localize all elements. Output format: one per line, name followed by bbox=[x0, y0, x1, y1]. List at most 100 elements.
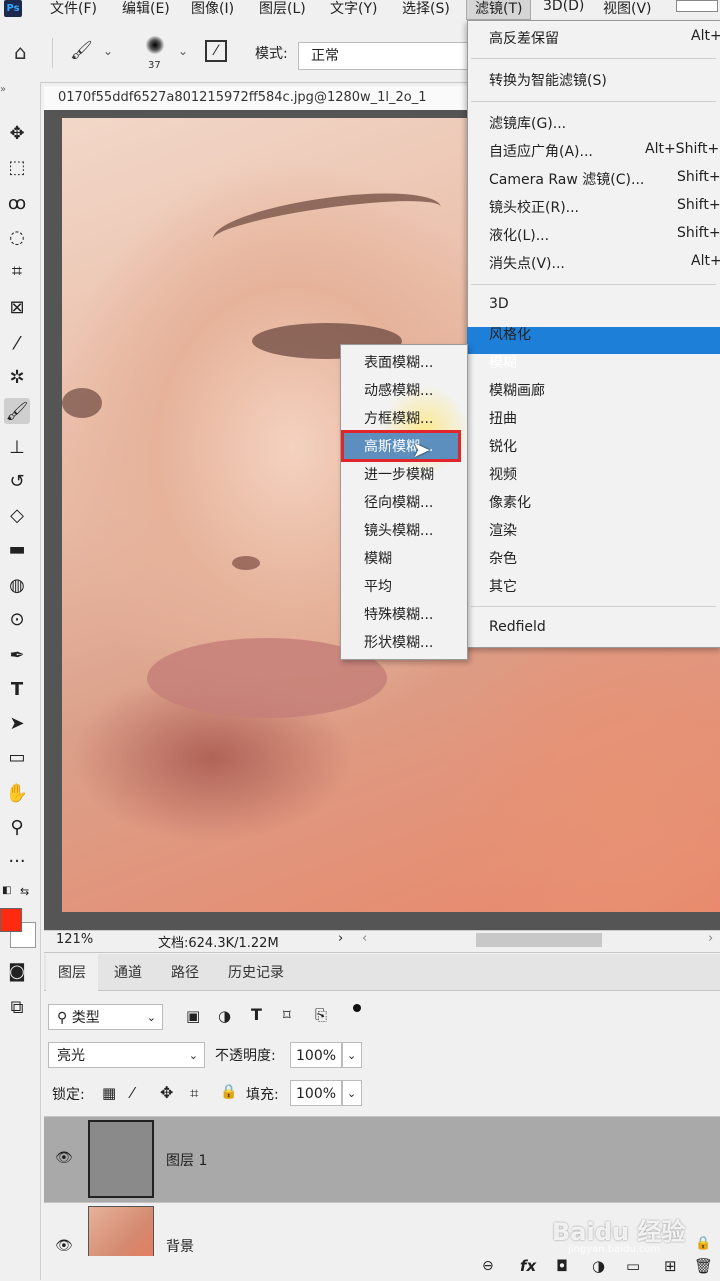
menu-item-convert-smart-filter[interactable]: 转换为智能滤镜(S) bbox=[489, 70, 607, 90]
menu-layer[interactable]: 图层(L) bbox=[259, 0, 306, 18]
toolbar-collapse-icon[interactable]: » bbox=[0, 84, 6, 95]
brush-settings-icon[interactable]: ⁄ bbox=[205, 40, 227, 62]
document-tab[interactable]: 0170f55ddf6527a801215972ff584c.jpg@1280w… bbox=[44, 86, 478, 110]
menu-type[interactable]: 文字(Y) bbox=[330, 0, 377, 18]
history-brush-tool-icon[interactable]: ↺ bbox=[4, 468, 30, 494]
menu-item-motion-blur[interactable]: 动感模糊... bbox=[364, 380, 433, 400]
lock-artboard-icon[interactable]: ⌗ bbox=[190, 1084, 198, 1102]
tab-paths[interactable]: 路径 bbox=[171, 962, 199, 982]
menu-view[interactable]: 视图(V) bbox=[603, 0, 652, 18]
brush-preview-icon[interactable] bbox=[146, 36, 164, 54]
menu-image[interactable]: 图像(I) bbox=[191, 0, 234, 18]
menu-item-blur-gallery[interactable]: 模糊画廊 bbox=[489, 380, 545, 400]
quick-mask-icon[interactable]: ◙ bbox=[4, 958, 30, 984]
adjustment-filter-icon[interactable]: ◑ bbox=[218, 1007, 231, 1025]
layer-name[interactable]: 图层 1 bbox=[166, 1150, 207, 1170]
menu-item-noise[interactable]: 杂色 bbox=[489, 548, 517, 568]
lock-transparent-icon[interactable]: ▦ bbox=[102, 1084, 116, 1102]
status-menu-arrow[interactable]: › bbox=[338, 931, 343, 946]
menu-item-blur-more[interactable]: 进一步模糊 bbox=[364, 464, 434, 484]
path-select-tool-icon[interactable]: ➤ bbox=[4, 710, 30, 736]
menu-filter[interactable]: 滤镜(T) bbox=[466, 0, 532, 20]
gradient-tool-icon[interactable]: ▬ bbox=[4, 536, 30, 562]
healing-tool-icon[interactable]: ✲ bbox=[4, 364, 30, 390]
horizontal-scrollbar[interactable] bbox=[476, 933, 602, 947]
stamp-tool-icon[interactable]: ⊥ bbox=[4, 434, 30, 460]
type-filter-icon[interactable]: T bbox=[251, 1005, 262, 1024]
lock-position-icon[interactable]: ✥ bbox=[160, 1083, 173, 1102]
lock-paint-icon[interactable]: ⁄ bbox=[131, 1084, 134, 1102]
menu-item-blur[interactable]: 模糊 bbox=[489, 352, 517, 372]
foreground-color-swatch[interactable] bbox=[0, 908, 22, 932]
menu-item-high-pass[interactable]: 高反差保留 bbox=[489, 28, 559, 48]
pen-tool-icon[interactable]: ✒ bbox=[4, 642, 30, 668]
menu-item-other[interactable]: 其它 bbox=[489, 576, 517, 596]
eyedropper-tool-icon[interactable]: ⁄ bbox=[4, 330, 30, 356]
zoom-level[interactable]: 121% bbox=[56, 932, 93, 947]
frame-tool-icon[interactable]: ⊠ bbox=[4, 294, 30, 320]
layer-name[interactable]: 背景 bbox=[166, 1236, 194, 1256]
menu-item-box-blur[interactable]: 方框模糊... bbox=[364, 408, 433, 428]
window-minimize-icon[interactable] bbox=[676, 0, 718, 12]
visibility-eye-icon[interactable]: 👁 bbox=[55, 1150, 73, 1166]
brush-tool-icon[interactable]: 🖌 bbox=[70, 40, 93, 61]
marquee-tool-icon[interactable]: ⬚ bbox=[4, 154, 30, 180]
menu-item-camera-raw[interactable]: Camera Raw 滤镜(C)... bbox=[489, 169, 644, 189]
menu-item-shape-blur[interactable]: 形状模糊... bbox=[364, 632, 433, 652]
swap-colors-icon[interactable]: ⇆ bbox=[20, 885, 29, 898]
crop-tool-icon[interactable]: ⌗ bbox=[4, 258, 30, 284]
menu-item-3d[interactable]: 3D bbox=[489, 296, 509, 312]
default-colors-icon[interactable]: ◧ bbox=[2, 885, 11, 896]
visibility-eye-icon[interactable]: 👁 bbox=[55, 1238, 73, 1254]
menu-3d[interactable]: 3D(D) bbox=[543, 0, 584, 14]
chevron-down-icon[interactable]: ⌄ bbox=[342, 1042, 362, 1068]
lasso-tool-icon[interactable]: ꝏ bbox=[4, 190, 30, 216]
rectangle-tool-icon[interactable]: ▭ bbox=[4, 744, 30, 770]
layer-thumbnail[interactable] bbox=[88, 1120, 154, 1198]
menu-item-radial-blur[interactable]: 径向模糊... bbox=[364, 492, 433, 512]
tab-channels[interactable]: 通道 bbox=[114, 962, 142, 982]
adjustment-icon[interactable]: ◑ bbox=[592, 1257, 605, 1275]
menu-item-distort[interactable]: 扭曲 bbox=[489, 408, 517, 428]
menu-file[interactable]: 文件(F) bbox=[50, 0, 97, 18]
smart-object-filter-icon[interactable]: ⎘ bbox=[315, 1006, 327, 1024]
menu-item-surface-blur[interactable]: 表面模糊... bbox=[364, 352, 433, 372]
blur-tool-icon[interactable]: ◍ bbox=[4, 572, 30, 598]
menu-item-blur[interactable]: 模糊 bbox=[364, 548, 392, 568]
hand-tool-icon[interactable]: ✋ bbox=[4, 780, 30, 806]
blend-mode-select[interactable]: 亮光 ⌄ bbox=[48, 1042, 205, 1068]
chevron-down-icon[interactable]: ⌄ bbox=[342, 1080, 362, 1106]
menu-item-sharpen[interactable]: 锐化 bbox=[489, 436, 517, 456]
menu-item-render[interactable]: 渲染 bbox=[489, 520, 517, 540]
menu-item-pixelate[interactable]: 像素化 bbox=[489, 492, 531, 512]
folder-icon[interactable]: ▭ bbox=[626, 1257, 640, 1275]
menu-item-lens-blur[interactable]: 镜头模糊... bbox=[364, 520, 433, 540]
mask-icon[interactable]: ◘ bbox=[556, 1257, 568, 1275]
eraser-tool-icon[interactable]: ◇ bbox=[4, 502, 30, 528]
scroll-right-arrow[interactable]: › bbox=[708, 931, 713, 946]
menu-item-liquify[interactable]: 液化(L)... bbox=[489, 225, 549, 245]
menu-item-filter-gallery[interactable]: 滤镜库(G)... bbox=[489, 113, 566, 133]
menu-item-lens-correction[interactable]: 镜头校正(R)... bbox=[489, 197, 579, 217]
new-layer-icon[interactable]: ⊞ bbox=[664, 1257, 677, 1275]
filter-toggle-icon[interactable] bbox=[353, 1004, 361, 1012]
menu-item-average[interactable]: 平均 bbox=[364, 576, 392, 596]
link-icon[interactable]: ⊖ bbox=[482, 1258, 494, 1274]
lock-all-icon[interactable]: 🔒 bbox=[220, 1084, 237, 1100]
type-tool-icon[interactable]: T bbox=[4, 676, 30, 702]
fill-input[interactable]: 100% bbox=[290, 1080, 342, 1106]
brush-tool-icon[interactable]: 🖌 bbox=[4, 398, 30, 424]
chevron-down-icon[interactable]: ⌄ bbox=[178, 44, 188, 58]
tab-history[interactable]: 历史记录 bbox=[228, 962, 284, 982]
quick-select-tool-icon[interactable]: ◌ bbox=[4, 224, 30, 250]
shape-filter-icon[interactable]: ⌑ bbox=[283, 1006, 291, 1024]
more-tools-icon[interactable]: ··· bbox=[4, 848, 30, 874]
fx-icon[interactable]: fx bbox=[520, 1257, 536, 1275]
dodge-tool-icon[interactable]: ⊙ bbox=[4, 606, 30, 632]
tab-layers[interactable]: 图层 bbox=[58, 962, 86, 982]
move-tool-icon[interactable]: ✥ bbox=[4, 120, 30, 146]
scroll-left-arrow[interactable]: ‹ bbox=[362, 931, 367, 946]
menu-select[interactable]: 选择(S) bbox=[402, 0, 450, 18]
menu-item-adaptive-wide-angle[interactable]: 自适应广角(A)... bbox=[489, 141, 593, 161]
trash-icon[interactable]: 🗑 bbox=[694, 1257, 713, 1275]
